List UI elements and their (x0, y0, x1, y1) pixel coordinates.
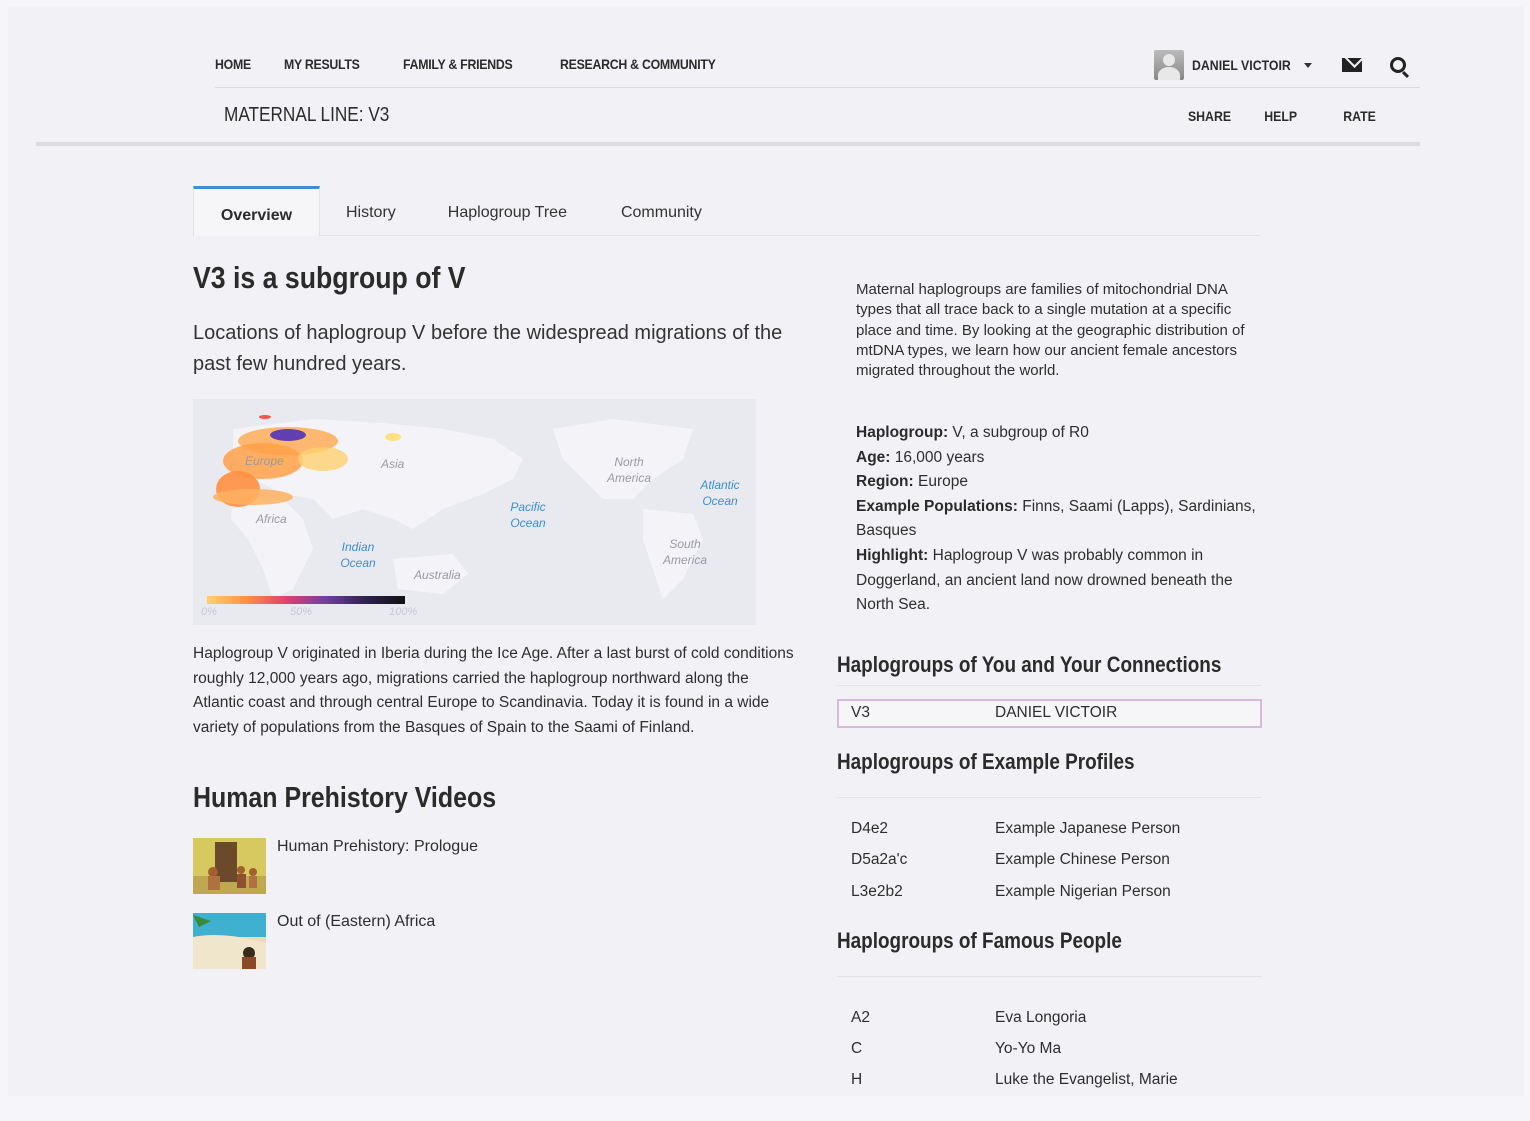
video-item[interactable]: Out of (Eastern) Africa (193, 913, 693, 969)
video-title[interactable]: Out of (Eastern) Africa (277, 913, 435, 931)
nav-home[interactable]: HOME (215, 56, 251, 72)
video-thumbnail[interactable] (193, 913, 266, 969)
fact-highlight: Highlight: Haplogroup V was probably com… (856, 544, 1256, 618)
haplogroup-code: C (851, 1040, 863, 1057)
nav-research-community[interactable]: RESEARCH & COMMUNITY (560, 56, 716, 72)
haplogroup-code: H (851, 1071, 863, 1088)
fact-region: Region: Europe (856, 470, 1256, 495)
tab-history[interactable]: History (346, 186, 396, 236)
fact-value: V, a subgroup of R0 (948, 424, 1089, 441)
fact-age: Age: 16,000 years (856, 446, 1256, 471)
videos-heading: Human Prehistory Videos (193, 782, 497, 814)
tab-community[interactable]: Community (621, 186, 702, 236)
heat-east (385, 433, 401, 441)
video-thumbnail[interactable] (193, 838, 266, 894)
fact-label: Region: (856, 473, 914, 491)
map-label-australia: Australia (414, 568, 461, 582)
haplogroup-code: L3e2b2 (851, 883, 903, 900)
person-name[interactable]: Eva Longoria (995, 1009, 1086, 1027)
fact-label: Age: (856, 448, 891, 466)
heat-north-africa (213, 489, 293, 505)
avatar[interactable] (1153, 50, 1184, 80)
tab-overview[interactable]: Overview (193, 186, 320, 236)
haplogroup-code: D4e2 (851, 820, 889, 837)
video-title[interactable]: Human Prehistory: Prologue (277, 838, 478, 856)
person-name[interactable]: Example Japanese Person (995, 820, 1180, 838)
examples-heading: Haplogroups of Example Profiles (837, 749, 1135, 774)
page-title: MATERNAL LINE: V3 (224, 104, 390, 126)
haplogroup-facts: Haplogroup: V, a subgroup of R0 Age: 16,… (856, 421, 1256, 618)
nav-my-results[interactable]: MY RESULTS (284, 56, 360, 72)
heat-uk (259, 415, 271, 419)
divider (837, 797, 1262, 798)
legend-label-50: 50% (290, 606, 313, 618)
haplogroup-code: D5a2a'c (851, 851, 908, 868)
connections-heading: Haplogroups of You and Your Connections (837, 652, 1222, 677)
heat-north-core (270, 429, 306, 441)
fact-label: Example Populations: (856, 497, 1018, 515)
mail-icon[interactable] (1342, 58, 1362, 72)
person-name[interactable]: Example Nigerian Person (995, 883, 1171, 901)
top-nav: HOME MY RESULTS FAMILY & FRIENDS RESEARC… (215, 48, 1420, 88)
person-name[interactable]: Luke the Evangelist, Marie (995, 1071, 1178, 1089)
map-label-south-america: South America (662, 537, 707, 567)
haplogroup-code: V3 (851, 704, 870, 721)
user-name[interactable]: DANIEL VICTOIR (1192, 57, 1291, 73)
fact-haplogroup: Haplogroup: V, a subgroup of R0 (856, 421, 1256, 446)
fact-value: 16,000 years (890, 448, 985, 466)
famous-heading: Haplogroups of Famous People (837, 928, 1122, 953)
rate-link[interactable]: RATE (1343, 108, 1376, 124)
legend-label-0: 0% (201, 606, 217, 618)
map-label-atlantic: Atlantic Ocean (700, 478, 740, 508)
map-label-africa: Africa (256, 512, 287, 526)
nav-family-friends[interactable]: FAMILY & FRIENDS (403, 56, 513, 72)
divider (837, 685, 1262, 686)
nav-items: HOME MY RESULTS FAMILY & FRIENDS RESEARC… (215, 56, 770, 72)
map-legend-bar (207, 596, 405, 604)
fact-value: Europe (913, 473, 968, 491)
person-name[interactable]: Yo-Yo Ma (995, 1040, 1061, 1058)
map-label-pacific: Pacific Ocean (510, 500, 546, 530)
divider (837, 976, 1262, 977)
search-icon[interactable] (1390, 57, 1406, 73)
haplogroup-code: A2 (851, 1009, 870, 1026)
haplogroup-map: Europe Asia Africa Australia North Ameri… (193, 399, 756, 625)
fact-populations: Example Populations: Finns, Saami (Lapps… (856, 495, 1256, 544)
legend-label-100: 100% (389, 606, 418, 618)
heat-asia (298, 447, 348, 471)
help-link[interactable]: HELP (1264, 108, 1297, 124)
sub-bar: MATERNAL LINE: V3 SHARE HELP RATE (36, 88, 1420, 146)
sub-bar-links: SHARE HELP RATE (1157, 108, 1378, 124)
map-label-north-america: North America (606, 455, 651, 485)
origin-paragraph: Haplogroup V originated in Iberia during… (193, 645, 794, 736)
haplogroup-description: Maternal haplogroups are families of mit… (856, 281, 1245, 380)
fact-label: Haplogroup: (856, 424, 949, 441)
video-item[interactable]: Human Prehistory: Prologue (193, 838, 693, 894)
map-label-asia: Asia (381, 457, 405, 471)
chevron-down-icon[interactable] (1304, 62, 1312, 68)
tab-bar: Overview History Haplogroup Tree Communi… (193, 186, 1260, 236)
fact-label: Highlight: (856, 546, 929, 564)
map-label-indian: Indian Ocean (340, 540, 376, 570)
user-area: DANIEL VICTOIR (1153, 48, 1420, 82)
person-name[interactable]: Example Chinese Person (995, 851, 1170, 869)
tab-haplogroup-tree[interactable]: Haplogroup Tree (448, 186, 567, 236)
share-link[interactable]: SHARE (1188, 108, 1231, 124)
map-caption: Locations of haplogroup V before the wid… (193, 322, 783, 375)
person-name[interactable]: DANIEL VICTOIR (995, 704, 1117, 722)
map-label-europe: Europe (245, 454, 284, 468)
main-heading: V3 is a subgroup of V (193, 260, 466, 295)
